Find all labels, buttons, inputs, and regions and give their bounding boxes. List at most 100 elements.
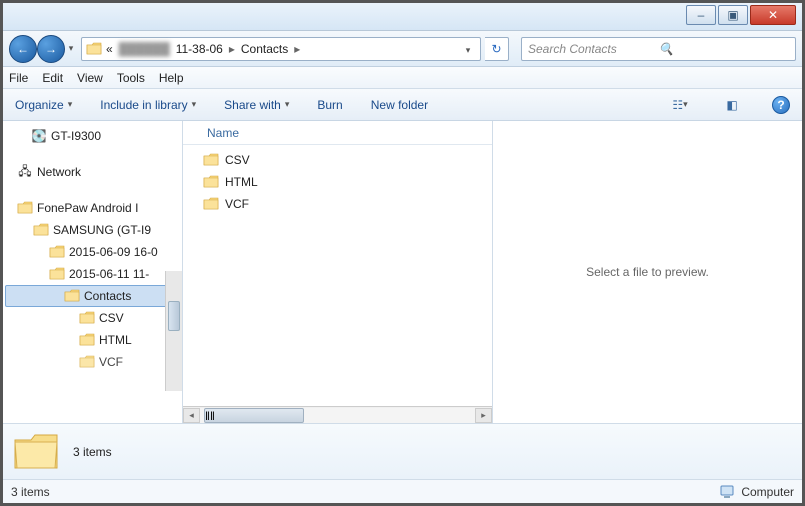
- view-options-button[interactable]: ☷▾: [668, 94, 692, 116]
- tree-label: 2015-06-11 11-: [69, 267, 149, 281]
- maximize-button[interactable]: ▣: [718, 5, 748, 25]
- list-item[interactable]: CSV: [203, 149, 492, 171]
- folder-icon: [203, 153, 219, 167]
- scrollbar-thumb[interactable]: [168, 301, 180, 331]
- chevron-down-icon: ▾: [683, 99, 688, 110]
- chevron-down-icon: ▾: [68, 99, 73, 110]
- chevron-down-icon: ▾: [69, 43, 74, 54]
- view-icon: ☷: [672, 98, 683, 112]
- chevron-right-icon: ▸: [227, 42, 237, 56]
- tree-item-date2[interactable]: 2015-06-11 11-: [3, 263, 182, 285]
- file-list: CSV HTML VCF: [183, 145, 492, 406]
- refresh-button[interactable]: ↻: [485, 37, 509, 61]
- minimize-icon: –: [698, 8, 705, 22]
- tree-item-html[interactable]: HTML: [3, 329, 182, 351]
- menu-file[interactable]: File: [9, 71, 28, 85]
- address-dropdown[interactable]: ▾: [460, 42, 476, 56]
- breadcrumb-contacts[interactable]: Contacts: [239, 42, 290, 56]
- list-item[interactable]: HTML: [203, 171, 492, 193]
- close-icon: ✕: [768, 8, 778, 22]
- tree-label: CSV: [99, 311, 124, 325]
- folder-icon: [33, 223, 49, 237]
- scroll-left-button[interactable]: ◂: [183, 408, 200, 423]
- arrow-left-icon: ←: [17, 42, 29, 56]
- preview-pane: Select a file to preview.: [493, 121, 802, 423]
- include-label: Include in library: [100, 98, 187, 112]
- file-list-pane: Name CSV HTML VCF ◂ ǁǁ: [183, 121, 493, 423]
- tree-item-date1[interactable]: 2015-06-09 16-0: [3, 241, 182, 263]
- breadcrumb-prefix: «: [104, 42, 115, 56]
- chevron-down-icon: ▾: [285, 99, 290, 110]
- include-library-button[interactable]: Include in library ▾: [100, 98, 196, 112]
- organize-label: Organize: [15, 98, 64, 112]
- status-item-count: 3 items: [11, 485, 50, 499]
- address-bar[interactable]: « ██████ 11-38-06 ▸ Contacts ▸ ▾: [81, 37, 481, 61]
- item-label: HTML: [225, 175, 258, 189]
- nav-history-dropdown[interactable]: ▾: [65, 35, 77, 63]
- nav-buttons: ← → ▾: [9, 35, 77, 63]
- folder-icon: [79, 333, 95, 347]
- folder-icon: [49, 245, 65, 259]
- burn-button[interactable]: Burn: [317, 98, 342, 112]
- details-summary: 3 items: [73, 445, 112, 459]
- folder-icon: [86, 42, 102, 56]
- tree-label: FonePaw Android I: [37, 201, 138, 215]
- tree-item-drive[interactable]: 💽 GT-I9300: [3, 125, 182, 147]
- organize-button[interactable]: Organize ▾: [15, 98, 72, 112]
- tree-item-fonepaw[interactable]: FonePaw Android I: [3, 197, 182, 219]
- navigation-tree: 💽 GT-I9300 🖧 Network FonePaw Android I S…: [3, 121, 183, 423]
- network-icon: 🖧: [17, 164, 33, 180]
- tree-label: 2015-06-09 16-0: [69, 245, 158, 259]
- back-button[interactable]: ←: [9, 35, 37, 63]
- navigation-bar: ← → ▾ « ██████ 11-38-06 ▸ Contacts ▸ ▾ ↻…: [3, 31, 802, 67]
- tree-label: GT-I9300: [51, 129, 101, 143]
- tree-item-contacts[interactable]: Contacts: [5, 285, 180, 307]
- close-button[interactable]: ✕: [750, 5, 796, 25]
- details-pane: 3 items: [3, 423, 802, 479]
- scrollbar-thumb[interactable]: ǁǁ: [204, 408, 304, 423]
- chevron-down-icon: ▾: [466, 45, 471, 55]
- breadcrumb-time[interactable]: 11-38-06: [174, 42, 225, 56]
- menu-tools[interactable]: Tools: [117, 71, 145, 85]
- tree-item-samsung[interactable]: SAMSUNG (GT-I9: [3, 219, 182, 241]
- menu-help[interactable]: Help: [159, 71, 184, 85]
- forward-button[interactable]: →: [37, 35, 65, 63]
- minimize-button[interactable]: –: [686, 5, 716, 25]
- status-computer[interactable]: Computer: [719, 485, 794, 499]
- new-folder-label: New folder: [371, 98, 428, 112]
- item-label: VCF: [225, 197, 249, 211]
- search-box[interactable]: Search Contacts 🔍: [521, 37, 796, 61]
- breadcrumb-obscured[interactable]: ██████: [117, 42, 172, 56]
- tree-label: SAMSUNG (GT-I9: [53, 223, 151, 237]
- command-toolbar: Organize ▾ Include in library ▾ Share with…: [3, 89, 802, 121]
- tree-label: HTML: [99, 333, 132, 347]
- new-folder-button[interactable]: New folder: [371, 98, 428, 112]
- tree-item-network[interactable]: 🖧 Network: [3, 161, 182, 183]
- item-label: CSV: [225, 153, 250, 167]
- scrollbar-track[interactable]: ǁǁ: [200, 408, 475, 423]
- computer-icon: [719, 485, 735, 499]
- menu-edit[interactable]: Edit: [42, 71, 63, 85]
- device-icon: 💽: [31, 128, 47, 144]
- tree-item-csv[interactable]: CSV: [3, 307, 182, 329]
- content-horizontal-scrollbar[interactable]: ◂ ǁǁ ▸: [183, 406, 492, 423]
- folder-icon: [79, 355, 95, 369]
- folder-icon: [203, 175, 219, 189]
- chevron-down-icon: ▾: [192, 99, 197, 110]
- help-button[interactable]: ?: [772, 96, 790, 114]
- folder-icon: [64, 289, 80, 303]
- menu-view[interactable]: View: [77, 71, 103, 85]
- tree-vertical-scrollbar[interactable]: [165, 271, 182, 391]
- column-header-name[interactable]: Name: [183, 121, 492, 145]
- search-icon: 🔍: [659, 42, 790, 56]
- scroll-right-button[interactable]: ▸: [475, 408, 492, 423]
- list-item[interactable]: VCF: [203, 193, 492, 215]
- chevron-right-icon: ▸: [292, 42, 302, 56]
- tree-item-vcf[interactable]: VCF: [3, 351, 182, 373]
- folder-icon: [203, 197, 219, 211]
- status-computer-label: Computer: [741, 485, 794, 499]
- tree-label: Network: [37, 165, 81, 179]
- share-with-button[interactable]: Share with▾: [224, 98, 289, 112]
- preview-pane-button[interactable]: ◧: [720, 94, 744, 116]
- preview-pane-icon: ◧: [726, 98, 737, 112]
